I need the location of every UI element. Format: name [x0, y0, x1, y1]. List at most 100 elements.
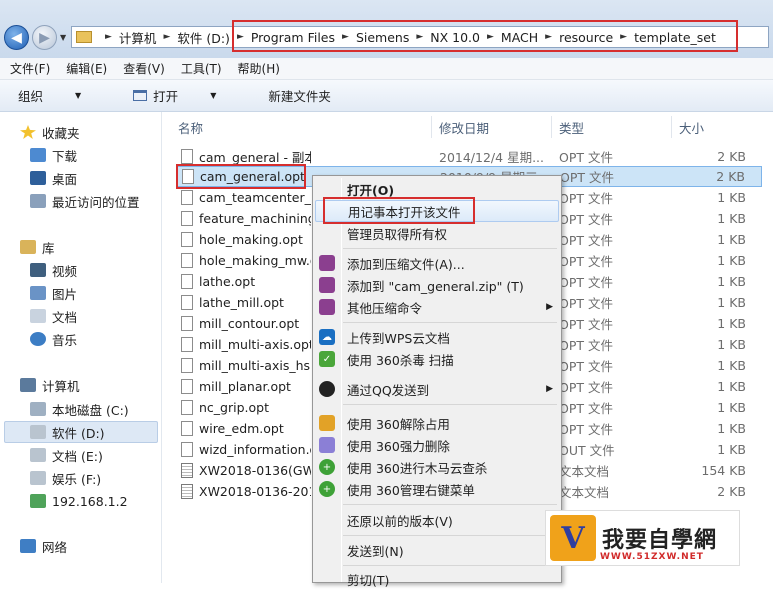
menu-item-label: 使用 360强力删除: [347, 438, 450, 454]
file-name: mill_multi-axis_hsm.opt: [199, 358, 311, 373]
sidebar-item-videos[interactable]: 视频: [30, 260, 77, 280]
file-name: nc_grip.opt: [199, 400, 269, 415]
drive-icon: [30, 471, 46, 485]
file-size: 1 KB: [717, 295, 746, 310]
sidebar-label: 网络: [42, 539, 68, 555]
file-size: 1 KB: [717, 232, 746, 247]
sidebar-item-pictures[interactable]: 图片: [30, 283, 77, 303]
window-icon: [133, 90, 148, 101]
menu-item-label: 上传到WPS云文档: [347, 330, 450, 346]
file-name: hole_making.opt: [199, 232, 303, 247]
menu-item-360-manage-menu[interactable]: + 使用 360管理右键菜单: [315, 478, 559, 500]
menu-item-restore-versions[interactable]: 还原以前的版本(V): [315, 509, 559, 531]
menu-item-360-force-delete[interactable]: 使用 360强力删除: [315, 434, 559, 456]
navigation-pane: 收藏夹 下载 桌面 最近访问的位置 库 视频 图片 文档 音乐 计算机 本地磁盘…: [0, 112, 162, 583]
menu-separator: [343, 404, 557, 405]
menu-view[interactable]: 查看(V): [123, 60, 165, 77]
file-size: 1 KB: [717, 358, 746, 373]
sidebar-favorites[interactable]: 收藏夹: [20, 122, 80, 142]
file-icon: [181, 421, 193, 436]
library-icon: [20, 240, 36, 254]
menu-item-send-to[interactable]: 发送到(N): [315, 539, 559, 561]
network-drive-icon: [30, 494, 46, 508]
menu-item-360-scan[interactable]: ✓ 使用 360杀毒 扫描: [315, 348, 559, 370]
menu-item-add-to-zip[interactable]: 添加到 "cam_general.zip" (T): [315, 274, 559, 296]
menu-edit[interactable]: 编辑(E): [66, 60, 107, 77]
chevron-right-icon[interactable]: ►: [163, 32, 170, 42]
menu-tools[interactable]: 工具(T): [181, 60, 222, 77]
file-name: XW2018-0136(GW1: [199, 463, 311, 478]
downloads-icon: [30, 148, 46, 162]
organize-button[interactable]: 组织 ▼: [18, 86, 107, 105]
drive-icon: [30, 425, 46, 439]
file-icon: [181, 400, 193, 415]
sidebar-item-desktop[interactable]: 桌面: [30, 168, 77, 188]
sidebar-item-downloads[interactable]: 下载: [30, 145, 77, 165]
menu-item-360-trojan-scan[interactable]: + 使用 360进行木马云查杀: [315, 456, 559, 478]
file-size: 1 KB: [717, 253, 746, 268]
menu-item-cut[interactable]: 剪切(T): [315, 568, 559, 590]
submenu-arrow-icon: ▶: [546, 384, 553, 394]
file-size: 1 KB: [717, 421, 746, 436]
sidebar-libraries[interactable]: 库: [20, 237, 55, 257]
sidebar-item-drive-c[interactable]: 本地磁盘 (C:): [30, 399, 129, 419]
sidebar-label: 音乐: [52, 332, 78, 348]
column-header-date[interactable]: 修改日期: [439, 118, 489, 137]
menu-item-other-compress[interactable]: 其他压缩命令 ▶: [315, 296, 559, 318]
shield-icon: ✓: [319, 351, 335, 367]
file-type: OPT 文件: [559, 296, 613, 311]
sidebar-label: 收藏夹: [42, 125, 80, 141]
column-header-size[interactable]: 大小: [679, 118, 704, 137]
sidebar-computer[interactable]: 计算机: [20, 375, 80, 395]
column-divider[interactable]: [671, 116, 672, 138]
text-file-icon: [181, 463, 193, 478]
column-divider[interactable]: [551, 116, 552, 138]
file-name: mill_planar.opt: [199, 379, 291, 394]
new-folder-button[interactable]: 新建文件夹: [268, 86, 331, 105]
menu-item-take-ownership[interactable]: 管理员取得所有权: [315, 222, 559, 244]
menu-file[interactable]: 文件(F): [10, 60, 50, 77]
file-icon: [181, 316, 193, 331]
back-button[interactable]: ◀: [4, 25, 29, 50]
sidebar-item-recent[interactable]: 最近访问的位置: [30, 191, 140, 211]
sidebar-item-music[interactable]: 音乐: [30, 329, 77, 349]
open-button[interactable]: 打开 ▼: [133, 86, 242, 105]
sidebar-item-drive-e[interactable]: 文档 (E:): [30, 445, 103, 465]
column-divider[interactable]: [431, 116, 432, 138]
sidebar-item-documents[interactable]: 文档: [30, 306, 77, 326]
file-type: OUT 文件: [559, 443, 615, 458]
menu-help[interactable]: 帮助(H): [238, 60, 280, 77]
file-type: OPT 文件: [559, 401, 613, 416]
menu-separator: [343, 248, 557, 249]
menu-item-send-via-qq[interactable]: 通过QQ发送到 ▶: [315, 378, 559, 400]
column-header-type[interactable]: 类型: [559, 118, 584, 137]
file-highlight-box: [176, 164, 306, 189]
menu-item-add-to-archive[interactable]: 添加到压缩文件(A)...: [315, 252, 559, 274]
sidebar-item-drive-f[interactable]: 娱乐 (F:): [30, 468, 101, 488]
sidebar-label: 计算机: [42, 378, 80, 394]
sidebar-item-drive-d[interactable]: 软件 (D:): [30, 422, 105, 442]
sidebar-item-network-drive[interactable]: 192.168.1.2: [30, 491, 128, 511]
text-file-icon: [181, 484, 193, 499]
menu-separator: [343, 565, 557, 566]
music-icon: [30, 332, 46, 346]
menu-bar: 文件(F) 编辑(E) 查看(V) 工具(T) 帮助(H): [0, 58, 773, 80]
drive-icon: [30, 448, 46, 462]
recent-pages-dropdown-icon[interactable]: ▼: [60, 33, 66, 42]
crumb-drive-d[interactable]: 软件 (D:): [177, 28, 230, 47]
plus-shield-icon: +: [319, 459, 335, 475]
sidebar-network[interactable]: 网络: [20, 536, 67, 556]
chevron-right-icon[interactable]: ►: [105, 32, 112, 42]
file-icon: [181, 274, 193, 289]
winrar-icon: [319, 255, 335, 271]
file-type: OPT 文件: [559, 338, 613, 353]
file-icon: [181, 190, 193, 205]
caret-down-icon: ▼: [210, 91, 217, 100]
menu-item-wps-cloud[interactable]: ☁ 上传到WPS云文档: [315, 326, 559, 348]
crumb-computer[interactable]: 计算机: [119, 28, 157, 47]
menu-item-360-unlock[interactable]: 使用 360解除占用: [315, 412, 559, 434]
desktop-icon: [30, 171, 46, 185]
forward-button[interactable]: ▶: [32, 25, 57, 50]
column-header-name[interactable]: 名称: [178, 118, 203, 137]
plus-shield-icon: +: [319, 481, 335, 497]
